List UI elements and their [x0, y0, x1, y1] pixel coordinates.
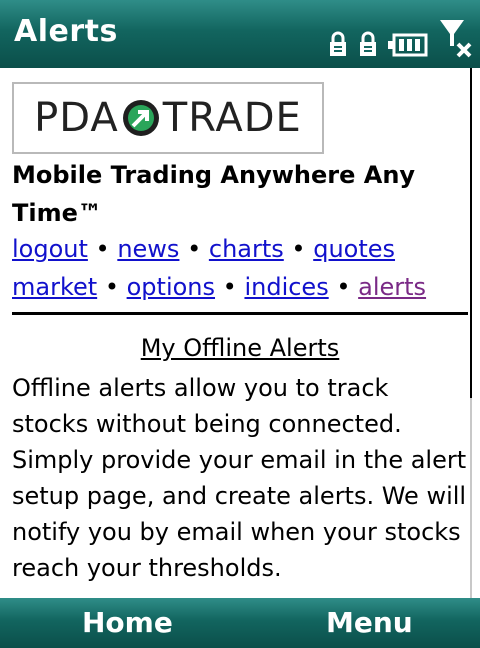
options-link[interactable]: options [127, 273, 215, 301]
indices-link[interactable]: indices [244, 273, 328, 301]
quotes-link[interactable]: quotes [313, 235, 395, 263]
nav-links: logout • news • charts • quotes market •… [12, 230, 462, 306]
logo-right-text: TRADE [162, 95, 302, 141]
softkey-bar: Home Menu [0, 598, 480, 648]
battery-icon [388, 32, 428, 58]
logout-link[interactable]: logout [12, 235, 88, 263]
lock-icon [358, 30, 378, 58]
pdatrade-logo: PDA TRADE [12, 82, 324, 154]
home-softkey[interactable]: Home [82, 606, 173, 639]
alerts-link[interactable]: alerts [358, 273, 426, 301]
status-icons [328, 10, 472, 58]
section-description: Offline alerts allow you to track stocks… [12, 374, 467, 582]
content-area: PDA TRADE Mobile Trading Anywhere Any Ti… [0, 68, 480, 598]
news-link[interactable]: news [117, 235, 179, 263]
divider [12, 312, 468, 315]
scrollbar-thumb[interactable] [470, 68, 480, 398]
nav-separator: • [104, 273, 119, 301]
nav-separator: • [187, 235, 202, 263]
title-bar: Alerts [0, 0, 480, 68]
signal-off-icon [438, 16, 472, 58]
nav-separator: • [291, 235, 306, 263]
lock-icon [328, 30, 348, 58]
charts-link[interactable]: charts [209, 235, 284, 263]
nav-separator: • [222, 273, 237, 301]
logo-left-text: PDA [34, 95, 119, 141]
vertical-scrollbar[interactable] [470, 68, 480, 598]
window-title: Alerts [14, 14, 118, 49]
arrow-circle-icon [121, 98, 161, 138]
menu-softkey[interactable]: Menu [326, 606, 413, 639]
nav-separator: • [95, 235, 110, 263]
section-title: My Offline Alerts [140, 334, 340, 362]
tagline: Mobile Trading Anywhere Any Time™ [12, 161, 416, 227]
market-link[interactable]: market [12, 273, 97, 301]
nav-separator: • [336, 273, 351, 301]
